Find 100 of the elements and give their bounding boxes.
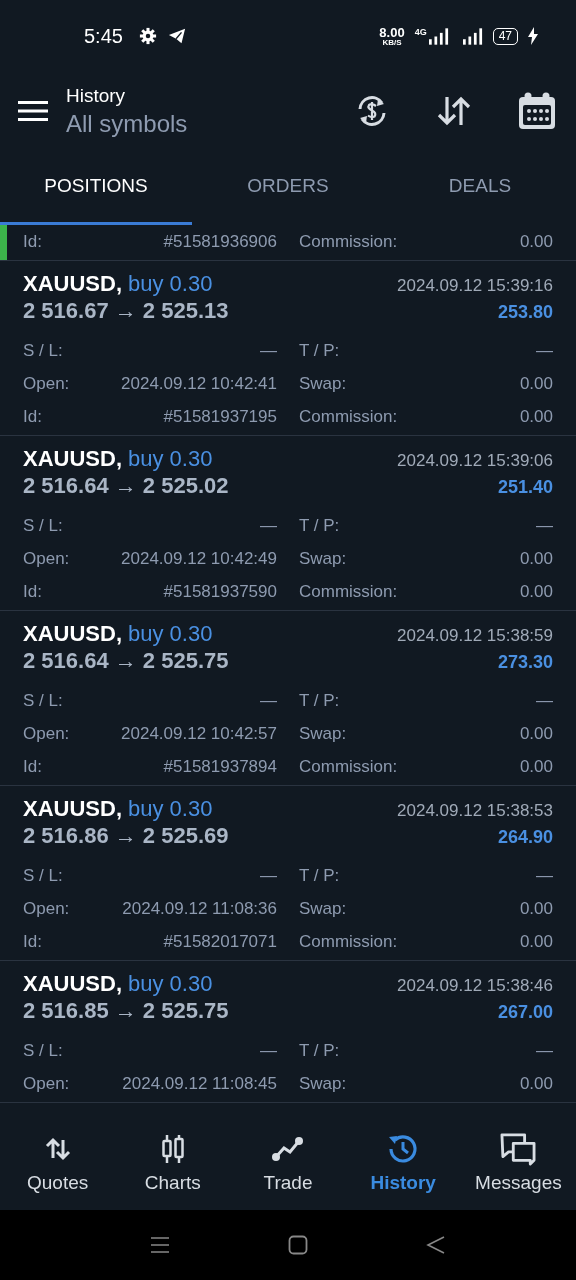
- field-value: 2024.09.12 10:42:57: [121, 723, 277, 744]
- field-label: Id:: [23, 406, 42, 427]
- profit-value: 251.40: [497, 477, 553, 498]
- field-label: Commission:: [299, 406, 398, 427]
- field-label: T / P:: [299, 690, 340, 711]
- position-card[interactable]: Id: #51581936906 Commission: 0.00: [0, 225, 576, 261]
- position-card[interactable]: XAUUSD, buy 0.30 2024.09.12 15:38:59 2 516.64 → 2 525.75 273.30 S / L: — T / P: — Open: 2024.09.12 10:42:57 Swap: 0.00 Id: #51581937894 Commission: 0.00: [0, 611, 576, 786]
- field-label: Open:: [23, 373, 70, 394]
- field-value: 0.00: [519, 898, 553, 919]
- tab[interactable]: ORDERS: [192, 150, 384, 225]
- position-side: buy 0.30: [128, 971, 213, 997]
- position-card[interactable]: XAUUSD, buy 0.30 2024.09.12 15:38:46 2 516.85 → 2 525.75 267.00 S / L: — T / P: — Open: 2024.09.12 11:08:45 Swap: 0.00: [0, 961, 576, 1103]
- field-value: —: [260, 690, 277, 711]
- field-label: Commission:: [299, 231, 398, 252]
- field-value: #51581937894: [163, 756, 277, 777]
- field-label: Id:: [23, 231, 42, 252]
- field-value: #51582017071: [163, 931, 277, 952]
- close-time: 2024.09.12 15:38:53: [397, 801, 553, 821]
- field-value: 0.00: [519, 373, 553, 394]
- field-value: 0.00: [519, 548, 553, 569]
- gear-icon: [138, 27, 157, 45]
- field-label: S / L:: [23, 515, 63, 536]
- price-range: 2 516.67 → 2 525.13: [23, 298, 229, 324]
- field-label: S / L:: [23, 1040, 63, 1061]
- tab[interactable]: POSITIONS: [0, 150, 192, 225]
- field-value: 2024.09.12 10:42:41: [121, 373, 277, 394]
- nav-item[interactable]: Quotes: [0, 1115, 116, 1210]
- field-label: Open:: [23, 898, 70, 919]
- field-value: 0.00: [519, 723, 553, 744]
- field-label: Swap:: [299, 723, 347, 744]
- menu-icon[interactable]: [18, 100, 48, 122]
- calendar-icon[interactable]: [518, 92, 556, 130]
- nav-item[interactable]: Trade: [230, 1115, 346, 1210]
- field-value: —: [536, 865, 553, 886]
- profit-value: 273.30: [497, 652, 553, 673]
- field-label: T / P:: [299, 1040, 340, 1061]
- symbol-filter[interactable]: All symbols: [66, 109, 188, 138]
- price-range: 2 516.85 → 2 525.75: [23, 998, 229, 1024]
- field-value: 0.00: [519, 231, 553, 252]
- field-label: Id:: [23, 581, 42, 602]
- field-label: Swap:: [299, 373, 347, 394]
- position-side: buy 0.30: [128, 271, 213, 297]
- field-label: S / L:: [23, 865, 63, 886]
- field-label: S / L:: [23, 340, 63, 361]
- close-time: 2024.09.12 15:38:59: [397, 626, 553, 646]
- field-value: —: [260, 865, 277, 886]
- position-side: buy 0.30: [128, 621, 213, 647]
- position-side: buy 0.30: [128, 446, 213, 472]
- field-label: Swap:: [299, 1073, 347, 1094]
- home-icon[interactable]: [288, 1235, 308, 1255]
- field-label: T / P:: [299, 340, 340, 361]
- recent-apps-icon[interactable]: [150, 1236, 170, 1254]
- status-time: 5:45: [84, 24, 123, 48]
- position-card[interactable]: XAUUSD, buy 0.30 2024.09.12 15:39:16 2 516.67 → 2 525.13 253.80 S / L: — T / P: — Open: 2024.09.12 10:42:41 Swap: 0.00 Id: #51581937195 Commission: 0.00: [0, 261, 576, 436]
- field-label: T / P:: [299, 515, 340, 536]
- screen-title: History: [66, 84, 127, 107]
- nav-item[interactable]: Messages: [460, 1115, 576, 1210]
- position-symbol: XAUUSD,: [23, 621, 122, 647]
- field-value: 0.00: [519, 931, 553, 952]
- profit-value: 253.80: [497, 302, 553, 323]
- position-symbol: XAUUSD,: [23, 446, 122, 472]
- close-time: 2024.09.12 15:39:16: [397, 276, 553, 296]
- field-value: 2024.09.12 10:42:49: [121, 548, 277, 569]
- field-value: 0.00: [519, 406, 553, 427]
- field-label: Id:: [23, 756, 42, 777]
- nav-item[interactable]: Charts: [115, 1115, 231, 1210]
- profit-value: 264.90: [497, 827, 553, 848]
- field-label: Open:: [23, 1073, 70, 1094]
- field-label: Id:: [23, 931, 42, 952]
- nav-item[interactable]: History: [345, 1115, 461, 1210]
- field-value: #51581936906: [163, 231, 277, 252]
- network-speed-unit: KB/S: [382, 38, 402, 47]
- back-icon[interactable]: [426, 1235, 446, 1255]
- field-value: —: [536, 340, 553, 361]
- position-symbol: XAUUSD,: [23, 796, 122, 822]
- field-label: Open:: [23, 548, 70, 569]
- network-speed: 8.00: [379, 25, 405, 39]
- close-time: 2024.09.12 15:39:06: [397, 451, 553, 471]
- field-label: Commission:: [299, 931, 398, 952]
- field-label: Commission:: [299, 581, 398, 602]
- field-value: —: [260, 515, 277, 536]
- position-card[interactable]: XAUUSD, buy 0.30 2024.09.12 15:39:06 2 516.64 → 2 525.02 251.40 S / L: — T / P: — Open: 2024.09.12 10:42:49 Swap: 0.00 Id: #51581937590 Commission: 0.00: [0, 436, 576, 611]
- network-type: 4G: [414, 27, 427, 37]
- position-card[interactable]: XAUUSD, buy 0.30 2024.09.12 15:38:53 2 516.86 → 2 525.69 264.90 S / L: — T / P: — Open: 2024.09.12 11:08:36 Swap: 0.00 Id: #51582017071 Commission: 0.00: [0, 786, 576, 961]
- position-side: buy 0.30: [128, 796, 213, 822]
- field-label: Swap:: [299, 548, 347, 569]
- field-label: T / P:: [299, 865, 340, 886]
- tab[interactable]: DEALS: [384, 150, 576, 225]
- field-label: Commission:: [299, 756, 398, 777]
- field-value: —: [536, 515, 553, 536]
- close-time: 2024.09.12 15:38:46: [397, 976, 553, 996]
- position-symbol: XAUUSD,: [23, 971, 122, 997]
- position-symbol: XAUUSD,: [23, 271, 122, 297]
- field-value: —: [260, 1040, 277, 1061]
- charging-bolt-icon: [528, 27, 538, 45]
- price-range: 2 516.64 → 2 525.02: [23, 473, 229, 499]
- signal-icon: [462, 27, 483, 45]
- field-value: 2024.09.12 11:08:36: [122, 898, 277, 919]
- field-value: —: [536, 1040, 553, 1061]
- field-label: Swap:: [299, 898, 347, 919]
